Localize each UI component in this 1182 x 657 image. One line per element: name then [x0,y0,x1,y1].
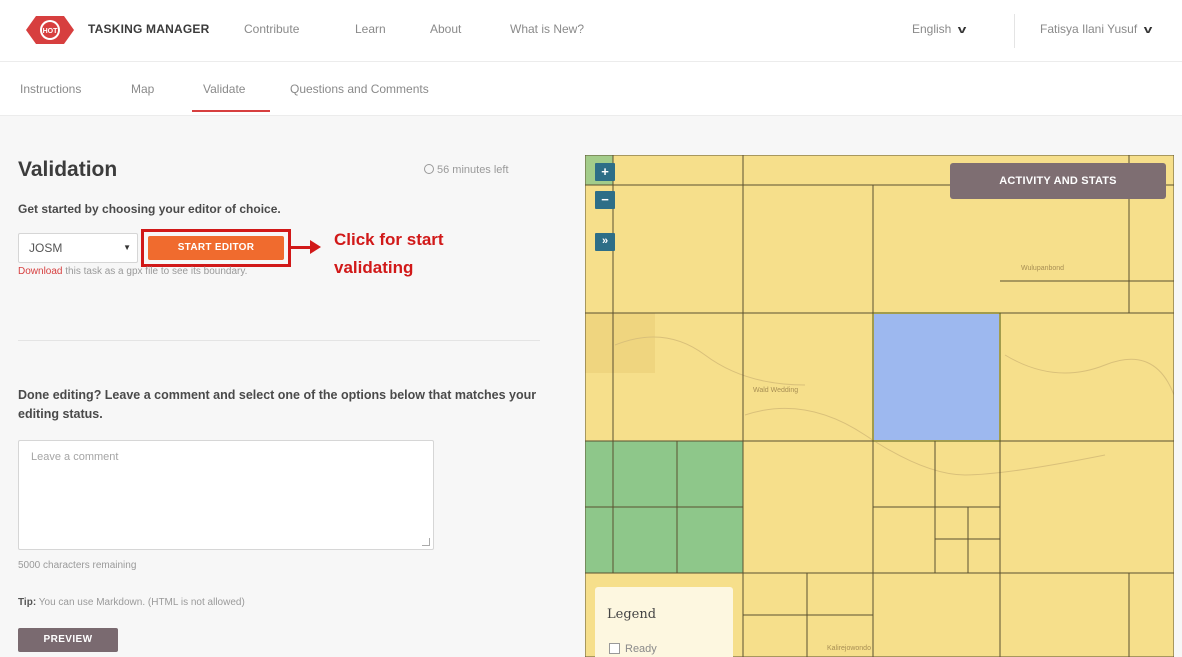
layers-toggle-button[interactable]: » [595,233,615,251]
legend-swatch-ready [609,643,620,654]
active-tab-indicator [192,110,270,112]
comment-textarea[interactable]: Leave a comment [18,440,434,550]
chevron-down-icon: v [958,24,967,36]
legend-label-ready: Ready [625,643,657,655]
arrow-right-icon [310,240,321,254]
nav-link-learn[interactable]: Learn [355,22,386,36]
tip-label: Tip: [18,597,37,608]
annotation-highlight-box [141,229,291,267]
map-place-label: Kalirejowondo [827,645,871,652]
preview-button[interactable]: PREVIEW [18,628,118,652]
download-note-text: this task as a gpx file to see its bound… [62,266,248,277]
editor-select[interactable]: JOSM ▼ [18,233,138,263]
section-divider [18,340,540,341]
caret-down-icon: ▼ [123,243,131,252]
map-place-label: Wulupanbond [1021,265,1065,272]
map-place-label: Wald Wedding [753,387,799,394]
editor-select-value: JOSM [29,241,63,255]
download-link[interactable]: Download [18,266,62,277]
resize-grip-icon[interactable] [422,538,430,546]
map-legend: Legend Ready [595,587,733,657]
language-label: English [912,22,952,36]
activity-and-stats-button[interactable]: ACTIVITY AND STATS [950,163,1166,199]
time-remaining: 56 minutes left [424,164,509,176]
hot-logo-icon[interactable]: HOT [22,12,78,48]
top-nav: HOT TASKING MANAGER Contribute Learn Abo… [0,0,1182,62]
clock-icon [424,164,434,174]
comment-placeholder: Leave a comment [31,451,119,463]
task-map[interactable]: Wulupanbond Wald Wedding Kalirejowondo +… [585,155,1174,657]
user-name: Fatisya Ilani Yusuf [1040,22,1138,36]
selected-task-tile [872,312,1001,442]
chevron-down-icon: v [1143,24,1153,36]
annotation-callout: Click for start validating [334,230,444,277]
nav-link-about[interactable]: About [430,22,461,36]
tip-text: You can use Markdown. (HTML is not allow… [36,597,245,608]
tab-questions-comments[interactable]: Questions and Comments [290,82,429,96]
brand-name[interactable]: TASKING MANAGER [88,22,209,36]
language-dropdown[interactable]: English v [912,22,967,36]
markdown-tip: Tip: You can use Markdown. (HTML is not … [18,597,245,608]
nav-link-contribute[interactable]: Contribute [244,22,299,36]
editor-instructions: Get started by choosing your editor of c… [18,202,281,216]
download-note: Download this task as a gpx file to see … [18,266,247,277]
nav-link-whats-new[interactable]: What is New? [510,22,584,36]
nav-divider [1014,14,1015,48]
task-grid [585,155,1174,657]
time-remaining-text: 56 minutes left [437,164,509,176]
svg-text:HOT: HOT [43,28,59,35]
user-menu[interactable]: Fatisya Ilani Yusuf v [1040,22,1153,36]
zoom-in-button[interactable]: + [595,163,615,181]
zoom-out-button[interactable]: − [595,191,615,209]
page-title: Validation [18,158,118,181]
tab-instructions[interactable]: Instructions [20,82,81,96]
done-editing-prompt: Done editing? Leave a comment and select… [18,388,537,421]
task-tabs: Instructions Map Validate Questions and … [0,62,1182,116]
legend-title: Legend [607,607,657,622]
tab-map[interactable]: Map [131,82,154,96]
tab-validate[interactable]: Validate [203,82,245,96]
characters-remaining: 5000 characters remaining [18,560,137,571]
